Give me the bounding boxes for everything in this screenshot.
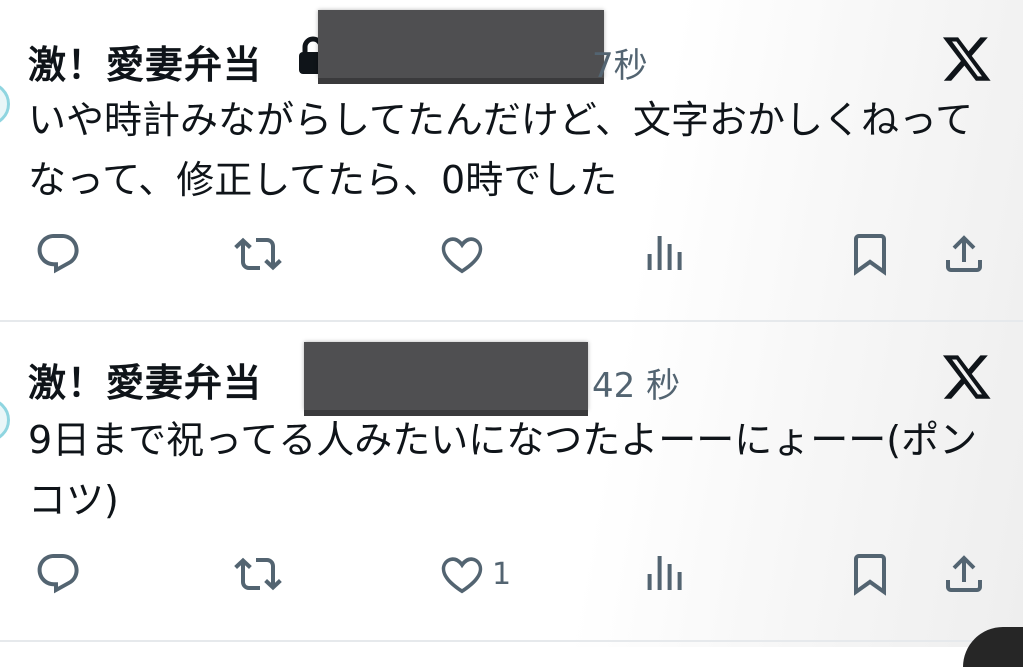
tweet-text: いや時計みながらしてたんだけど、文字おかしくねってなって、修正してたら、0時でし…	[28, 98, 974, 202]
tweet-actions: 1	[0, 544, 1023, 604]
repost-icon	[234, 237, 282, 271]
views-button[interactable]	[640, 230, 688, 278]
bookmark-icon	[854, 554, 886, 596]
bookmark-button[interactable]	[846, 550, 894, 598]
timestamp[interactable]: 42 秒	[592, 358, 680, 407]
author-name[interactable]: 激！愛妻弁当	[28, 34, 262, 89]
views-icon	[647, 556, 682, 590]
bookmark-button[interactable]	[846, 230, 894, 278]
share-icon	[946, 555, 982, 592]
x-logo-icon	[942, 37, 991, 81]
tweet-card[interactable]: 激！愛妻弁当 7秒 いや時計みながらしてたんだけど、文字おかしくねってなって、修…	[0, 0, 1023, 320]
share-icon	[946, 235, 982, 272]
views-button[interactable]	[640, 550, 688, 598]
heart-icon	[441, 237, 483, 274]
bookmark-icon	[854, 234, 886, 276]
repost-button[interactable]	[234, 550, 282, 598]
redaction-block	[318, 10, 604, 78]
redaction-block	[304, 342, 588, 410]
timestamp-text: 秒	[613, 46, 648, 86]
reply-icon	[37, 234, 79, 274]
avatar[interactable]	[0, 82, 10, 126]
views-icon	[647, 236, 682, 270]
avatar[interactable]	[0, 398, 10, 442]
like-button[interactable]: 1	[438, 550, 511, 598]
heart-icon	[441, 557, 483, 594]
tweet-actions	[0, 224, 1023, 284]
author-name[interactable]: 激！愛妻弁当	[28, 352, 262, 407]
share-button[interactable]	[940, 550, 988, 598]
tweet-text: 9日まで祝ってる人みたいになつたよーーにょーー(ポンコツ)	[28, 418, 978, 522]
reply-button[interactable]	[34, 230, 82, 278]
x-logo-icon	[942, 355, 991, 399]
repost-icon	[234, 557, 282, 591]
timestamp[interactable]: 7秒	[592, 38, 648, 87]
timestamp-partial-digit: 7	[592, 46, 614, 86]
like-button[interactable]	[438, 230, 492, 278]
share-button[interactable]	[940, 230, 988, 278]
reply-button[interactable]	[34, 550, 82, 598]
tweet-divider	[0, 640, 1023, 642]
reply-icon	[37, 554, 79, 594]
tweet-card[interactable]: 激！愛妻弁当 42 秒 9日まで祝ってる人みたいになつたよーーにょーー(ポンコツ…	[0, 322, 1023, 640]
like-count: 1	[492, 556, 512, 592]
repost-button[interactable]	[234, 230, 282, 278]
